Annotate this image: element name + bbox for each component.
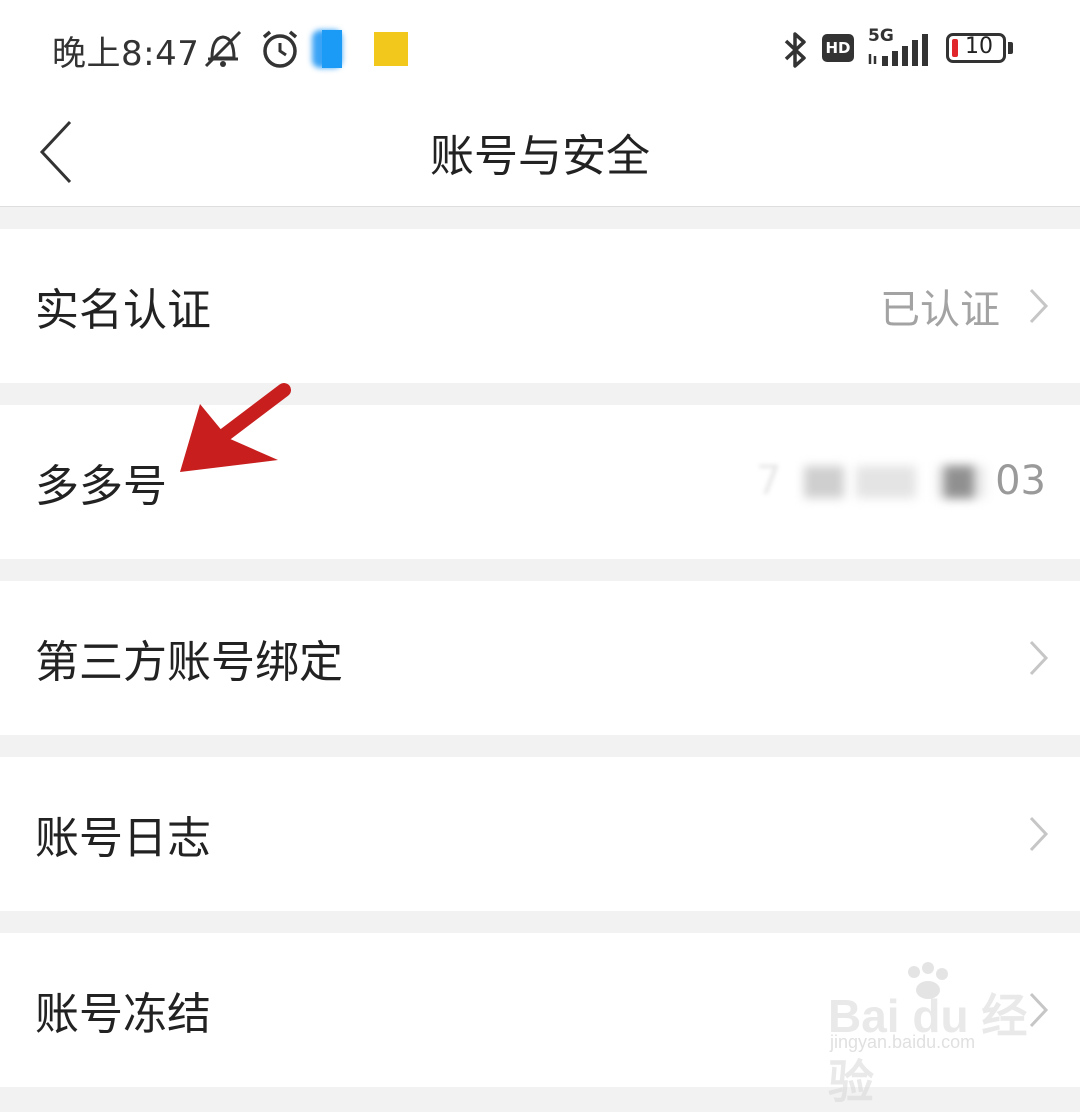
status-time: 晚上8:47	[52, 34, 200, 74]
battery-icon: 10	[946, 33, 1006, 63]
app-notification-yellow-icon	[374, 32, 408, 66]
masked-value-end: 03	[995, 458, 1046, 504]
list-item-label: 多多号	[35, 461, 167, 512]
list-item-label: 实名认证	[35, 285, 211, 336]
mask-block	[856, 466, 916, 498]
red-arrow-annotation	[180, 383, 291, 472]
alarm-icon	[258, 28, 302, 76]
list-item-label: 第三方账号绑定	[35, 637, 343, 688]
chevron-right-icon	[1029, 288, 1049, 324]
baidu-jingyan-watermark: Bai du 经验 jingyan.baidu.com	[828, 962, 1058, 1108]
list-item-third-party-binding[interactable]: 第三方账号绑定	[0, 581, 1080, 735]
signal-bars-icon	[866, 34, 934, 70]
duoduo-id-value-masked: 7 03	[756, 458, 1046, 504]
status-bar: 晚上8:47 HD 5G 10	[0, 0, 1080, 100]
app-notification-blue-fill	[322, 30, 342, 68]
watermark-url: jingyan.baidu.com	[830, 1032, 976, 1052]
chevron-right-icon	[1029, 816, 1049, 852]
list-item-real-name-verification[interactable]: 实名认证 已认证	[0, 229, 1080, 383]
chevron-right-icon	[1029, 640, 1049, 676]
hd-icon: HD	[822, 34, 854, 62]
mask-block	[944, 466, 974, 498]
masked-value-start: 7	[756, 458, 782, 504]
verification-status: 已认证	[880, 287, 1000, 333]
battery-level	[952, 39, 958, 57]
list-item-label: 账号日志	[35, 813, 211, 864]
bluetooth-icon	[782, 30, 810, 74]
list-item-label: 账号冻结	[35, 989, 211, 1040]
mute-bell-icon	[200, 28, 246, 74]
list-item-account-log[interactable]: 账号日志	[0, 757, 1080, 911]
top-nav-bar: 账号与安全	[0, 100, 1080, 207]
list-item-duoduo-id[interactable]: 多多号 7 03	[0, 405, 1080, 559]
battery-cap	[1008, 42, 1013, 54]
battery-percent: 10	[965, 34, 993, 59]
mask-block	[804, 466, 844, 498]
page-title: 账号与安全	[430, 131, 650, 182]
